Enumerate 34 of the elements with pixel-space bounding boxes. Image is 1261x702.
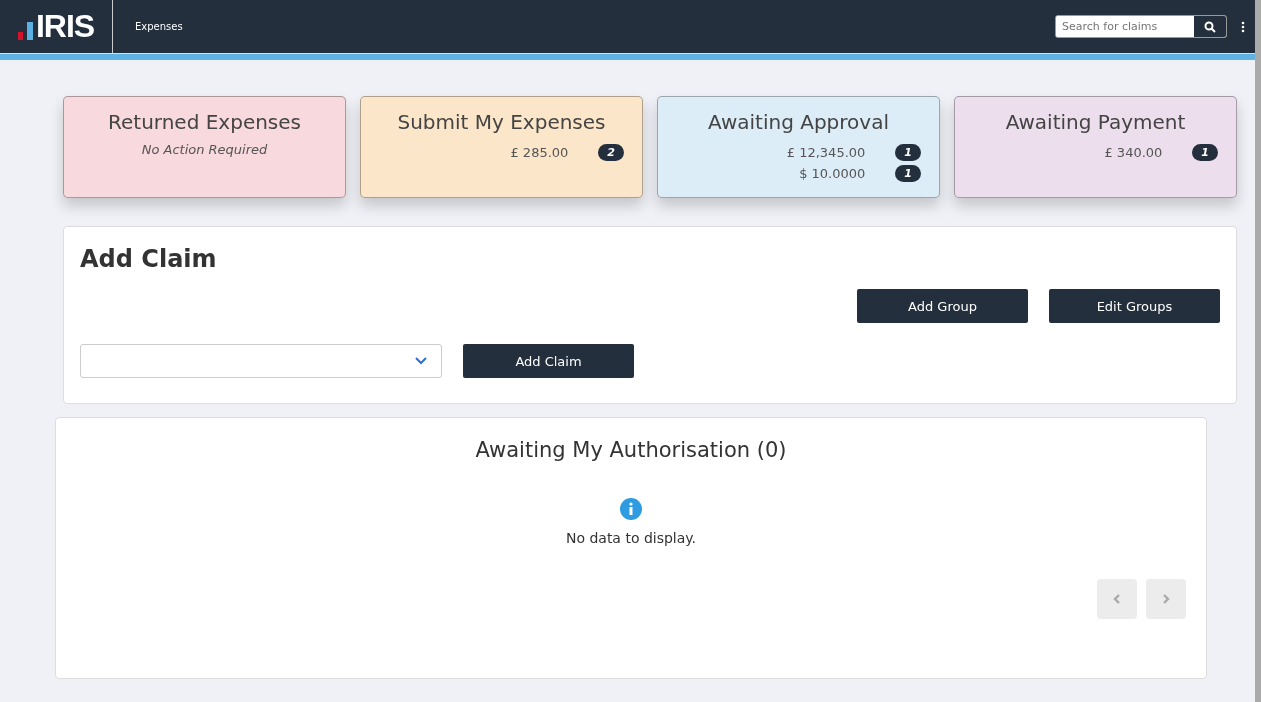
- claim-type-dropdown[interactable]: [80, 344, 442, 378]
- summary-card[interactable]: Awaiting Payment £ 340.00 1: [954, 96, 1237, 198]
- panel-title: Add Claim: [80, 245, 218, 273]
- card-title: Returned Expenses: [107, 110, 302, 134]
- search-field[interactable]: Search for claims: [1055, 15, 1227, 38]
- amount-text: $ 10.0000: [799, 166, 866, 181]
- summary-card[interactable]: Submit My Expenses £ 285.00 2: [360, 96, 643, 198]
- card-note: No Action Required: [140, 142, 269, 157]
- info-icon: [620, 498, 642, 520]
- amount-text: £ 340.00: [1104, 145, 1163, 160]
- empty-message: No data to display.: [565, 530, 697, 546]
- search-icon: [1204, 20, 1216, 33]
- chevron-down-icon: [415, 357, 427, 365]
- count-badge: 1: [1192, 144, 1218, 161]
- chevron-right-icon: [1161, 593, 1171, 605]
- card-title: Submit My Expenses: [396, 110, 607, 134]
- nav-link[interactable]: Expenses: [135, 21, 183, 32]
- count-badge: 2: [598, 144, 624, 161]
- card-title: Awaiting Payment: [1004, 110, 1187, 134]
- add-claim-button[interactable]: Add Claim: [463, 344, 634, 378]
- count-badge: 1: [895, 165, 921, 182]
- amount-text: £ 12,345.00: [786, 145, 866, 160]
- amount-text: £ 285.00: [510, 145, 569, 160]
- summary-card[interactable]: Awaiting Approval £ 12,345.00 1 $ 10.0000 1: [657, 96, 940, 198]
- more-menu-icon[interactable]: [1241, 20, 1245, 33]
- logo[interactable]: IRIS: [35, 12, 95, 40]
- chevron-left-icon: [1112, 593, 1122, 605]
- summary-card[interactable]: Returned Expenses No Action Required: [63, 96, 346, 198]
- panel-title: Awaiting My Authorisation (0): [475, 438, 787, 462]
- count-badge: 1: [895, 144, 921, 161]
- search-button[interactable]: [1194, 16, 1226, 37]
- group-button[interactable]: Edit Groups: [1049, 289, 1220, 323]
- card-title: Awaiting Approval: [707, 110, 890, 134]
- group-button[interactable]: Add Group: [857, 289, 1028, 323]
